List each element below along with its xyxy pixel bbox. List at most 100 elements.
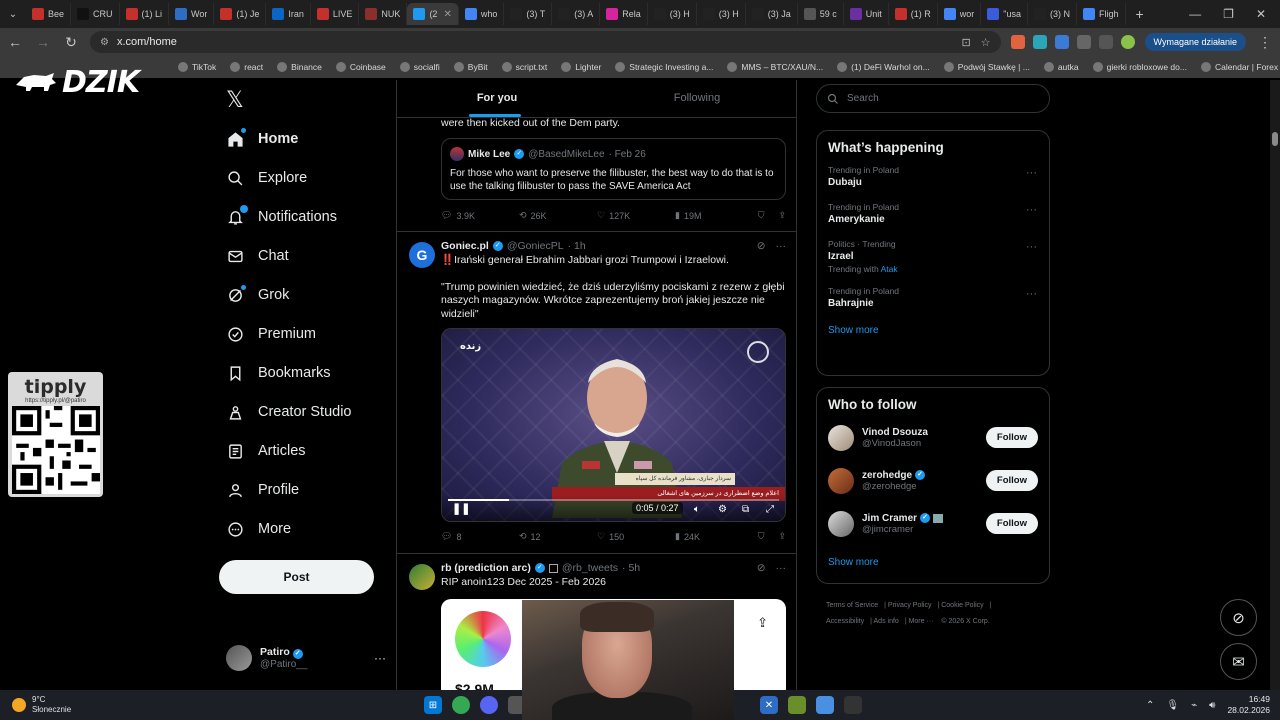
terminal-icon[interactable]: [844, 696, 862, 714]
start-icon[interactable]: ⊞: [424, 696, 442, 714]
browser-tab[interactable]: Bee: [26, 3, 72, 25]
post-button[interactable]: Post: [219, 560, 374, 594]
browser-tab[interactable]: wor: [938, 3, 982, 25]
close-window-button[interactable]: ✕: [1256, 7, 1266, 21]
nav-profile[interactable]: Profile: [226, 475, 299, 505]
bookmark-item[interactable]: Lighter: [561, 62, 601, 72]
bookmark-item[interactable]: socialfi: [399, 62, 440, 72]
scrollbar-thumb[interactable]: [1272, 132, 1278, 146]
tweet[interactable]: G Goniec.pl ✓ @GoniecPL · 1h ⊘ ··· ‼️Irań…: [397, 232, 796, 554]
show-more-follow-link[interactable]: Show more: [817, 545, 1049, 580]
follow-suggestion[interactable]: Vinod Dsouza @VinodJason Follow: [817, 416, 1049, 459]
video-progress-bar[interactable]: [448, 499, 779, 501]
browser-tab[interactable]: LIVE: [311, 3, 360, 25]
bookmark-item[interactable]: (1) DeFi Warhol on...: [837, 62, 930, 72]
trend-item[interactable]: Trending in Poland Amerykanie ···: [817, 196, 1049, 233]
quoted-tweet[interactable]: Mike Lee ✓ @BasedMikeLee · Feb 26 For th…: [441, 138, 786, 200]
bookmark-item[interactable]: Coinbase: [335, 62, 386, 72]
bookmark-star-icon[interactable]: ☆: [981, 36, 991, 49]
browser-tab[interactable]: (3) H: [697, 3, 746, 25]
url-bar[interactable]: ⚙ x.com/home ⊡ ☆: [90, 31, 1001, 53]
chrome-icon[interactable]: [452, 696, 470, 714]
footer-link[interactable]: Ads info: [874, 618, 899, 625]
browser-tab[interactable]: 59 c: [798, 3, 844, 25]
pip-icon[interactable]: ⧉: [742, 504, 749, 515]
tray-overflow-icon[interactable]: ⌃: [1146, 700, 1154, 711]
follow-button[interactable]: Follow: [985, 513, 1038, 534]
follow-suggestion[interactable]: Jim Cramer ✓ @jimcramer Follow: [817, 502, 1049, 545]
trend-item[interactable]: Trending in Poland Dubaju ···: [817, 159, 1049, 196]
xbox-icon[interactable]: ✕: [760, 696, 778, 714]
bookmark-item[interactable]: Calendar | Forex Fac...: [1200, 62, 1280, 72]
footer-link[interactable]: Terms of Service: [826, 602, 878, 609]
grok-icon[interactable]: ⊘: [757, 240, 766, 252]
repost-button[interactable]: ⟲ 26K: [519, 210, 597, 221]
follow-suggestion[interactable]: zerohedge ✓ @zerohedge Follow: [817, 459, 1049, 502]
browser-tab[interactable]: NUK: [359, 3, 408, 25]
nav-grok[interactable]: Grok: [226, 280, 289, 310]
bookmark-item[interactable]: gierki robloxowe do...: [1092, 62, 1187, 72]
microphone-icon[interactable]: 🎙︎: [1166, 700, 1179, 711]
browser-tab[interactable]: Wor: [169, 3, 215, 25]
reading-list-icon[interactable]: [1098, 35, 1113, 49]
trend-more-icon[interactable]: ···: [1026, 241, 1037, 253]
install-app-icon[interactable]: ⊡: [961, 36, 970, 49]
views-button[interactable]: ▮ 24K: [675, 531, 753, 542]
share-icon[interactable]: ⇪: [778, 210, 786, 221]
browser-tab[interactable]: (3) T: [504, 3, 553, 25]
browser-tab[interactable]: Iran: [266, 3, 311, 25]
new-tab-button[interactable]: +: [1126, 6, 1154, 22]
browser-tab[interactable]: (1) R: [889, 3, 938, 25]
volume-icon[interactable]: 🔈︎: [694, 504, 700, 515]
trend-item[interactable]: Politics · Trending Izrael Trending with…: [817, 233, 1049, 280]
tab-for-you[interactable]: For you: [397, 80, 597, 117]
forward-icon[interactable]: →: [34, 34, 52, 50]
share-icon[interactable]: ⇪: [757, 615, 768, 631]
bookmark-item[interactable]: Binance: [277, 62, 322, 72]
weather-widget[interactable]: 9°C Słonecznie: [0, 695, 71, 715]
bookmark-item[interactable]: Strategic Investing a...: [615, 62, 713, 72]
browser-tab[interactable]: (1) Je: [214, 3, 267, 25]
share-icon[interactable]: ⇪: [778, 531, 786, 542]
browser-tab[interactable]: (3) N: [1028, 3, 1078, 25]
tweet-more-icon[interactable]: ···: [776, 240, 787, 252]
browser-menu-icon[interactable]: ⋮: [1256, 34, 1274, 51]
nav-home[interactable]: Home: [226, 124, 298, 154]
tab-following[interactable]: Following: [597, 80, 796, 117]
browser-tab[interactable]: who: [459, 3, 505, 25]
app-icon[interactable]: [788, 696, 806, 714]
show-more-trends-link[interactable]: Show more: [817, 317, 1049, 348]
trend-more-icon[interactable]: ···: [1026, 204, 1037, 216]
reply-button[interactable]: 💬︎ 8: [441, 531, 519, 542]
nav-more[interactable]: More: [226, 514, 291, 544]
nav-premium[interactable]: Premium: [226, 319, 316, 349]
trend-more-icon[interactable]: ···: [1026, 167, 1037, 179]
browser-tab[interactable]: Fligh: [1077, 3, 1126, 25]
grok-fab-icon[interactable]: ⊘: [1220, 599, 1257, 636]
like-button[interactable]: ♡ 127K: [597, 210, 675, 221]
browser-tab[interactable]: (3) H: [648, 3, 697, 25]
search-input[interactable]: Search: [816, 84, 1050, 113]
bookmark-item[interactable]: react: [230, 62, 263, 72]
repost-button[interactable]: ⟲ 12: [519, 531, 597, 542]
video-player[interactable]: زنده سردار جباری، مشاور فرمانده کل سپاه …: [441, 328, 786, 522]
bookmark-item[interactable]: script.txt: [501, 62, 547, 72]
browser-tab[interactable]: (2 ✕: [407, 3, 459, 25]
messages-fab-icon[interactable]: ✉: [1220, 643, 1257, 680]
profile-avatar-icon[interactable]: [1120, 35, 1135, 49]
extensions-puzzle-icon[interactable]: [1076, 35, 1091, 49]
nav-creator-studio[interactable]: Creator Studio: [226, 397, 352, 427]
browser-tab[interactable]: CRU: [71, 3, 120, 25]
x-logo-icon[interactable]: 𝕏: [226, 88, 244, 113]
app-icon[interactable]: [732, 696, 750, 714]
extension-icon[interactable]: [1010, 35, 1025, 49]
action-required-button[interactable]: Wymagane działanie: [1144, 33, 1246, 51]
reply-button[interactable]: 💬︎ 3.9K: [441, 210, 519, 221]
bookmark-item[interactable]: MMS – BTC/XAU/N...: [727, 62, 823, 72]
trend-item[interactable]: Trending in Poland Bahrajnie ···: [817, 280, 1049, 317]
follow-button[interactable]: Follow: [985, 427, 1038, 448]
trend-related-link[interactable]: Atak: [881, 264, 898, 274]
nav-chat[interactable]: Chat: [226, 241, 289, 271]
speaker-icon[interactable]: 🔊︎: [1209, 700, 1215, 711]
account-more-icon[interactable]: ···: [374, 651, 386, 665]
